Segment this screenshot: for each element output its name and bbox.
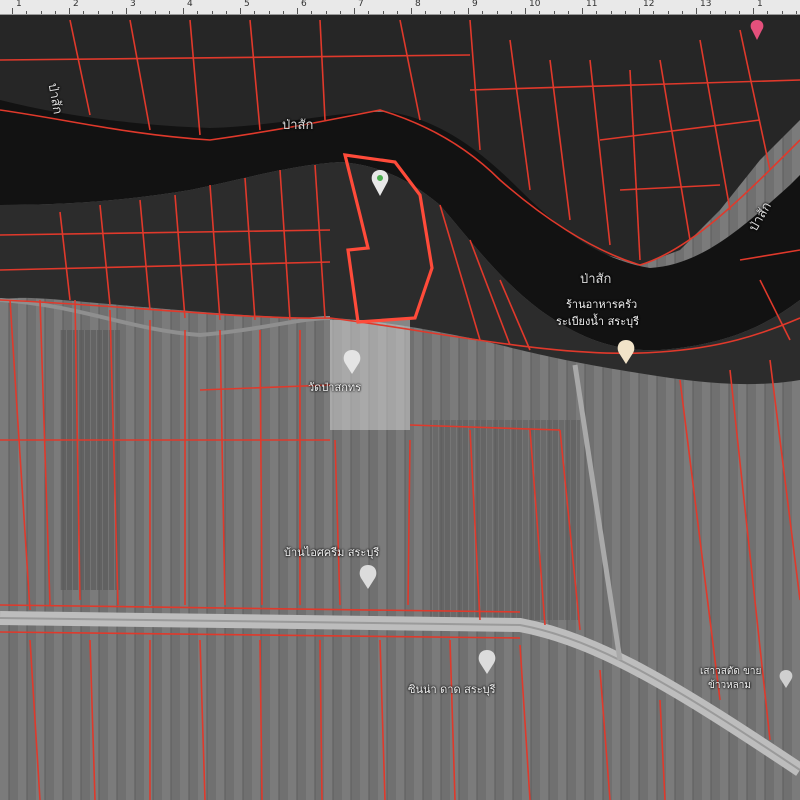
ruler-tick xyxy=(254,11,256,14)
ruler-tick xyxy=(154,11,156,14)
ruler-tick xyxy=(553,11,555,14)
ruler-tick xyxy=(311,11,313,14)
ruler-label: 1 xyxy=(16,0,22,9)
ruler-tick xyxy=(325,11,327,14)
ruler-label: 2 xyxy=(73,0,79,9)
ruler-tick xyxy=(97,11,99,14)
ruler-label: 11 xyxy=(586,0,598,9)
ruler-tick xyxy=(282,11,284,14)
ruler-label: 6 xyxy=(301,0,307,9)
ruler-tick xyxy=(582,8,583,14)
ruler-tick xyxy=(69,8,70,14)
ruler-tick xyxy=(496,11,498,14)
ruler-tick xyxy=(439,11,441,14)
ruler-tick xyxy=(111,11,113,14)
ruler-tick xyxy=(168,11,170,14)
ruler-tick xyxy=(596,11,598,14)
restaurant-label[interactable]: ร้านอาหารครัว xyxy=(566,295,637,313)
ruler-label: 10 xyxy=(529,0,541,9)
ruler-tick xyxy=(368,11,370,14)
ruler-label: 13 xyxy=(700,0,712,9)
temple-grounds xyxy=(330,320,410,430)
right-place-label-line2[interactable]: ข้าวหลาม xyxy=(708,678,751,693)
ruler-tick xyxy=(653,11,655,14)
ruler-label: 12 xyxy=(643,0,655,9)
river-label: ป่าสัก xyxy=(282,118,314,133)
ruler-tick xyxy=(54,11,56,14)
ruler-tick xyxy=(126,8,127,14)
ruler-tick xyxy=(268,11,270,14)
ruler-tick xyxy=(453,11,455,14)
ruler-tick xyxy=(710,11,712,14)
ruler-tick xyxy=(567,11,569,14)
ruler-tick xyxy=(140,11,142,14)
ruler-tick xyxy=(624,11,626,14)
ruler-label: 3 xyxy=(130,0,136,9)
ruler-tick xyxy=(696,8,697,14)
ruler-tick xyxy=(525,8,526,14)
ruler-tick xyxy=(767,11,769,14)
ruler-tick xyxy=(724,11,726,14)
ruler-tick xyxy=(211,11,213,14)
ruler-tick xyxy=(12,8,13,14)
ruler-tick xyxy=(510,11,512,14)
ruler-tick xyxy=(26,11,28,14)
ruler-tick xyxy=(667,11,669,14)
ruler-tick xyxy=(396,11,398,14)
ruler-tick xyxy=(83,11,85,14)
ruler-label: 1 xyxy=(757,0,763,9)
restaurant-label-line2[interactable]: ระเบียงน้ำ สระบุรี xyxy=(556,312,639,330)
village-label[interactable]: บ้านไอศครีม สระบุรี xyxy=(284,543,379,561)
ruler-tick xyxy=(183,8,184,14)
ruler-label: 9 xyxy=(472,0,478,9)
ruler-bar: 1 2 3 4 5 6 7 8 9 10 11 12 13 1 xyxy=(0,0,800,15)
ruler-tick xyxy=(240,8,241,14)
ruler-tick xyxy=(681,11,683,14)
ruler-tick xyxy=(482,11,484,14)
ruler-label: 5 xyxy=(244,0,250,9)
south-place-label[interactable]: ซินน่า ดาด สระบุรี xyxy=(408,680,496,698)
river-label: ป่าสัก xyxy=(580,272,612,287)
ruler-label: 7 xyxy=(358,0,364,9)
ruler-label: 4 xyxy=(187,0,193,9)
map-screenshot: 1 2 3 4 5 6 7 8 9 10 11 12 13 1 ป่าสัก ป… xyxy=(0,0,800,800)
right-place-label[interactable]: เสาวสตัด ขาย xyxy=(700,664,761,679)
ruler-tick xyxy=(781,11,783,14)
ruler-tick xyxy=(411,8,412,14)
crop-rows xyxy=(430,420,580,620)
ruler-tick xyxy=(639,8,640,14)
satellite-map[interactable] xyxy=(0,0,800,800)
temple-label[interactable]: วัดป่าสกทร xyxy=(308,378,361,396)
ruler-tick xyxy=(738,11,740,14)
ruler-tick xyxy=(610,11,612,14)
ruler-tick xyxy=(225,11,227,14)
ruler-tick xyxy=(297,8,298,14)
ruler-tick xyxy=(197,11,199,14)
ruler-tick xyxy=(40,11,42,14)
ruler-tick xyxy=(468,8,469,14)
ruler-tick xyxy=(795,11,797,14)
ruler-tick xyxy=(539,11,541,14)
ruler-tick xyxy=(382,11,384,14)
ruler-label: 8 xyxy=(415,0,421,9)
ruler-tick xyxy=(753,8,754,14)
ruler-tick xyxy=(425,11,427,14)
ruler-tick xyxy=(339,11,341,14)
ruler-tick xyxy=(354,8,355,14)
